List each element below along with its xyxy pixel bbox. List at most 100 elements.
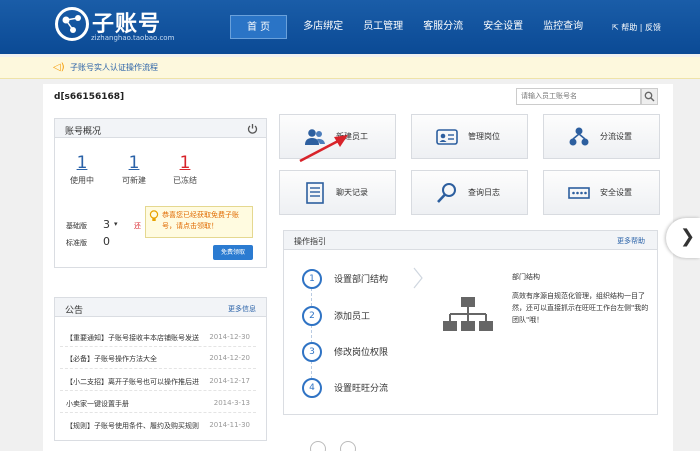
announcement-date: 2014-12-30 — [209, 333, 250, 341]
announcement-text: 小卖家一键设置手册 — [66, 400, 129, 408]
nav-security[interactable]: 安全设置 — [473, 15, 533, 39]
guide-detail-title: 部门结构 — [512, 273, 540, 281]
manage-role-card[interactable]: 管理岗位 — [411, 114, 528, 159]
stat-in-use-label: 使用中 — [70, 176, 94, 185]
document-icon — [306, 182, 324, 204]
brand-domain: zizhanghao.taobao.com — [91, 34, 175, 42]
guide-header: 操作指引 更多帮助 — [283, 230, 658, 250]
announcement-text: 【规则】子账号使用条件、履约及购买规则 — [66, 422, 199, 430]
step-routing[interactable]: 设置旺旺分流 — [334, 381, 388, 394]
notice-bar: ◁) 子账号实人认证操作流程 — [0, 57, 700, 79]
speaker-icon: ◁) — [53, 62, 65, 73]
stat-in-use-value: 1 — [76, 153, 88, 173]
security-label: 安全设置 — [600, 188, 632, 197]
overview-header: 账号概况 — [54, 118, 267, 138]
nav-multi-store[interactable]: 多店绑定 — [293, 15, 353, 39]
bulb-icon — [149, 210, 159, 221]
chevron-right-icon — [413, 267, 423, 289]
query-log-card[interactable]: 查询日志 — [411, 170, 528, 215]
step-department[interactable]: 设置部门结构 — [334, 272, 388, 285]
stat-can-create-value: 1 — [128, 153, 140, 173]
org-chart-icon — [443, 297, 493, 331]
announcement-item[interactable]: 【重要通知】子账号接收丰本店铺账号发送 2014-12-30 — [66, 333, 250, 345]
chevron-right-icon: ❯ — [680, 226, 696, 247]
basic-label: 基础版 — [66, 222, 87, 230]
step-number: 4 — [302, 378, 322, 398]
pager-dot[interactable] — [310, 441, 326, 451]
divider — [60, 346, 256, 347]
notice-link[interactable]: 子账号实人认证操作流程 — [70, 62, 158, 73]
stat-frozen-value: 1 — [179, 153, 191, 173]
announcement-item[interactable]: 【规则】子账号使用条件、履约及购买规则 2014-11-30 — [66, 421, 250, 433]
step-add-staff[interactable]: 添加员工 — [334, 309, 370, 322]
step-connector — [311, 361, 312, 379]
divider — [60, 368, 256, 369]
step-number: 2 — [302, 306, 322, 326]
nav-staff[interactable]: 员工管理 — [353, 15, 413, 39]
staff-search-input[interactable] — [516, 88, 641, 105]
pager-dot[interactable] — [340, 441, 356, 451]
basic-value: 3 — [103, 218, 110, 231]
password-icon — [568, 187, 590, 199]
chat-log-card[interactable]: 聊天记录 — [279, 170, 396, 215]
announcement-text: 【小二支招】离开子账号也可以操作推后进 — [66, 378, 199, 386]
divider — [60, 390, 256, 391]
logo-icon[interactable] — [55, 7, 89, 41]
external-link-icon: ⇱ — [612, 23, 619, 32]
nav-monitor[interactable]: 监控查询 — [533, 15, 593, 39]
help-feedback-link[interactable]: ⇱ 帮助 | 反馈 — [612, 22, 661, 33]
network-icon — [569, 127, 589, 146]
power-icon[interactable] — [247, 123, 258, 134]
basic-dropdown-icon[interactable]: ▾ — [114, 220, 118, 228]
step-number: 3 — [302, 342, 322, 362]
step-connector — [311, 325, 312, 343]
guide-more-link[interactable]: 更多帮助 — [617, 236, 645, 246]
announcement-date: 2014-12-20 — [209, 354, 250, 362]
stat-frozen[interactable]: 1 已冻结 — [165, 153, 205, 186]
stat-in-use[interactable]: 1 使用中 — [62, 153, 102, 186]
guide-detail-text: 高效有序源自规范化管理，组织结构一目了然，还可以直接抓示在旺旺工作台左侧"我的团… — [512, 292, 649, 324]
announcement-title: 公告 — [65, 306, 84, 316]
guide-title: 操作指引 — [294, 237, 326, 246]
next-arrow-button[interactable]: ❯ — [666, 218, 700, 258]
help-text: 帮助 | 反馈 — [621, 23, 662, 32]
search-button[interactable] — [641, 88, 658, 105]
account-id: d[s66156168] — [54, 92, 125, 102]
basic-extra: 还 — [134, 222, 141, 230]
stat-can-create[interactable]: 1 可新建 — [114, 153, 154, 186]
routing-label: 分流设置 — [600, 132, 632, 141]
overview-title: 账号概况 — [65, 127, 102, 137]
divider — [60, 412, 256, 413]
top-header: 子账号 zizhanghao.taobao.com 首 页 多店绑定 员工管理 … — [0, 0, 700, 54]
search-icon — [644, 91, 655, 102]
manage-role-label: 管理岗位 — [468, 132, 500, 141]
free-claim-button[interactable]: 免费领取 — [213, 245, 253, 260]
query-log-label: 查询日志 — [468, 188, 500, 197]
security-card[interactable]: 安全设置 — [543, 170, 660, 215]
announcement-item[interactable]: 小卖家一键设置手册 2014-3-13 — [66, 399, 250, 411]
announcement-item[interactable]: 【必备】子账号操作方法大全 2014-12-20 — [66, 354, 250, 366]
chat-log-label: 聊天记录 — [336, 188, 368, 197]
stat-can-create-label: 可新建 — [122, 176, 146, 185]
announcement-date: 2014-3-13 — [213, 399, 250, 407]
tip-text: 恭喜您已经获取免费子账号，请点击领取！ — [162, 211, 239, 230]
announcement-text: 【重要通知】子账号接收丰本店铺账号发送 — [66, 334, 199, 342]
magnifier-icon — [437, 183, 456, 203]
announcement-header: 公告 更多信息 — [54, 297, 267, 317]
announcement-more-link[interactable]: 更多信息 — [228, 304, 256, 314]
step-permissions[interactable]: 修改岗位权限 — [334, 345, 388, 358]
standard-label: 标准版 — [66, 239, 87, 247]
step-connector — [311, 288, 312, 306]
announcement-date: 2014-11-30 — [209, 421, 250, 429]
step-number: 1 — [302, 269, 322, 289]
routing-card[interactable]: 分流设置 — [543, 114, 660, 159]
id-card-icon — [436, 129, 458, 145]
main-nav: 首 页 多店绑定 员工管理 客服分流 安全设置 监控查询 — [230, 15, 593, 39]
nav-home[interactable]: 首 页 — [230, 15, 288, 39]
standard-value: 0 — [103, 235, 110, 248]
free-tip: 恭喜您已经获取免费子账号，请点击领取！ — [145, 206, 253, 238]
stat-frozen-label: 已冻结 — [173, 176, 197, 185]
nav-service-routing[interactable]: 客服分流 — [413, 15, 473, 39]
announcement-text: 【必备】子账号操作方法大全 — [66, 355, 157, 363]
announcement-item[interactable]: 【小二支招】离开子账号也可以操作推后进 2014-12-17 — [66, 377, 250, 389]
